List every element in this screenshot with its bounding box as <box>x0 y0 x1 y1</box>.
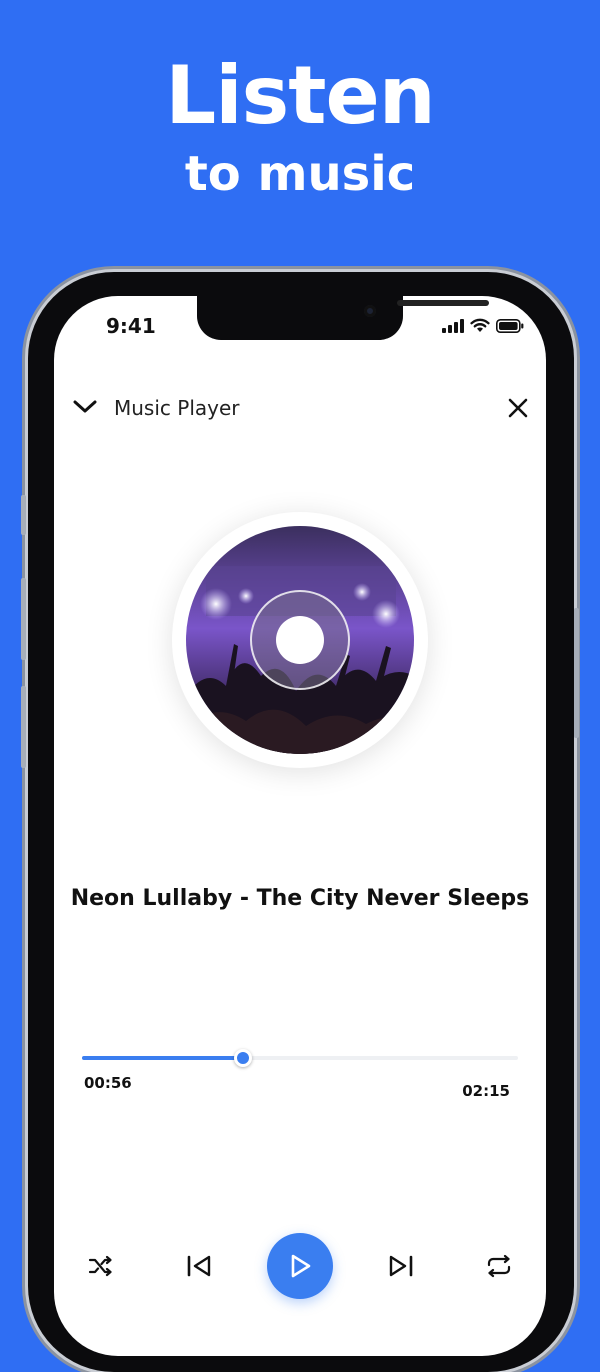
notch <box>197 296 489 340</box>
album-disc <box>172 512 428 768</box>
app-bar-title: Music Player <box>114 396 240 420</box>
phone-screen: 9:41 Music Player Neon Lullaby - The Cit… <box>54 296 546 1356</box>
disc-hole <box>276 616 324 664</box>
skip-next-icon[interactable] <box>376 1241 426 1291</box>
progress-thumb[interactable] <box>234 1049 253 1067</box>
song-title: Neon Lullaby - The City Never Sleeps <box>70 886 530 911</box>
speaker-grille <box>397 300 489 306</box>
phone-power-button <box>574 608 579 738</box>
phone-volume-down-button <box>21 686 26 768</box>
elapsed-time: 00:56 <box>84 1074 132 1092</box>
play-icon <box>291 1254 311 1278</box>
progress-slider[interactable] <box>82 1049 518 1067</box>
promo-title: Listen <box>165 49 435 142</box>
cellular-signal-icon <box>442 318 464 333</box>
status-time: 9:41 <box>106 314 156 338</box>
playback-controls <box>54 1231 546 1301</box>
close-icon[interactable] <box>498 388 538 428</box>
phone-action-button <box>21 495 26 535</box>
app-bar: Music Player <box>54 388 546 428</box>
progress-fill <box>82 1056 244 1060</box>
album-art <box>186 526 414 754</box>
front-camera <box>364 305 376 317</box>
wifi-icon <box>470 318 490 332</box>
battery-icon <box>496 318 524 333</box>
phone-volume-up-button <box>21 578 26 660</box>
chevron-down-icon[interactable] <box>68 390 102 424</box>
promo-subtitle: to music <box>184 146 416 202</box>
skip-previous-icon[interactable] <box>174 1241 224 1291</box>
play-button[interactable] <box>267 1233 333 1299</box>
shuffle-icon[interactable] <box>76 1241 126 1291</box>
repeat-icon[interactable] <box>474 1241 524 1291</box>
total-time: 02:15 <box>462 1082 510 1100</box>
status-icons <box>442 318 524 333</box>
